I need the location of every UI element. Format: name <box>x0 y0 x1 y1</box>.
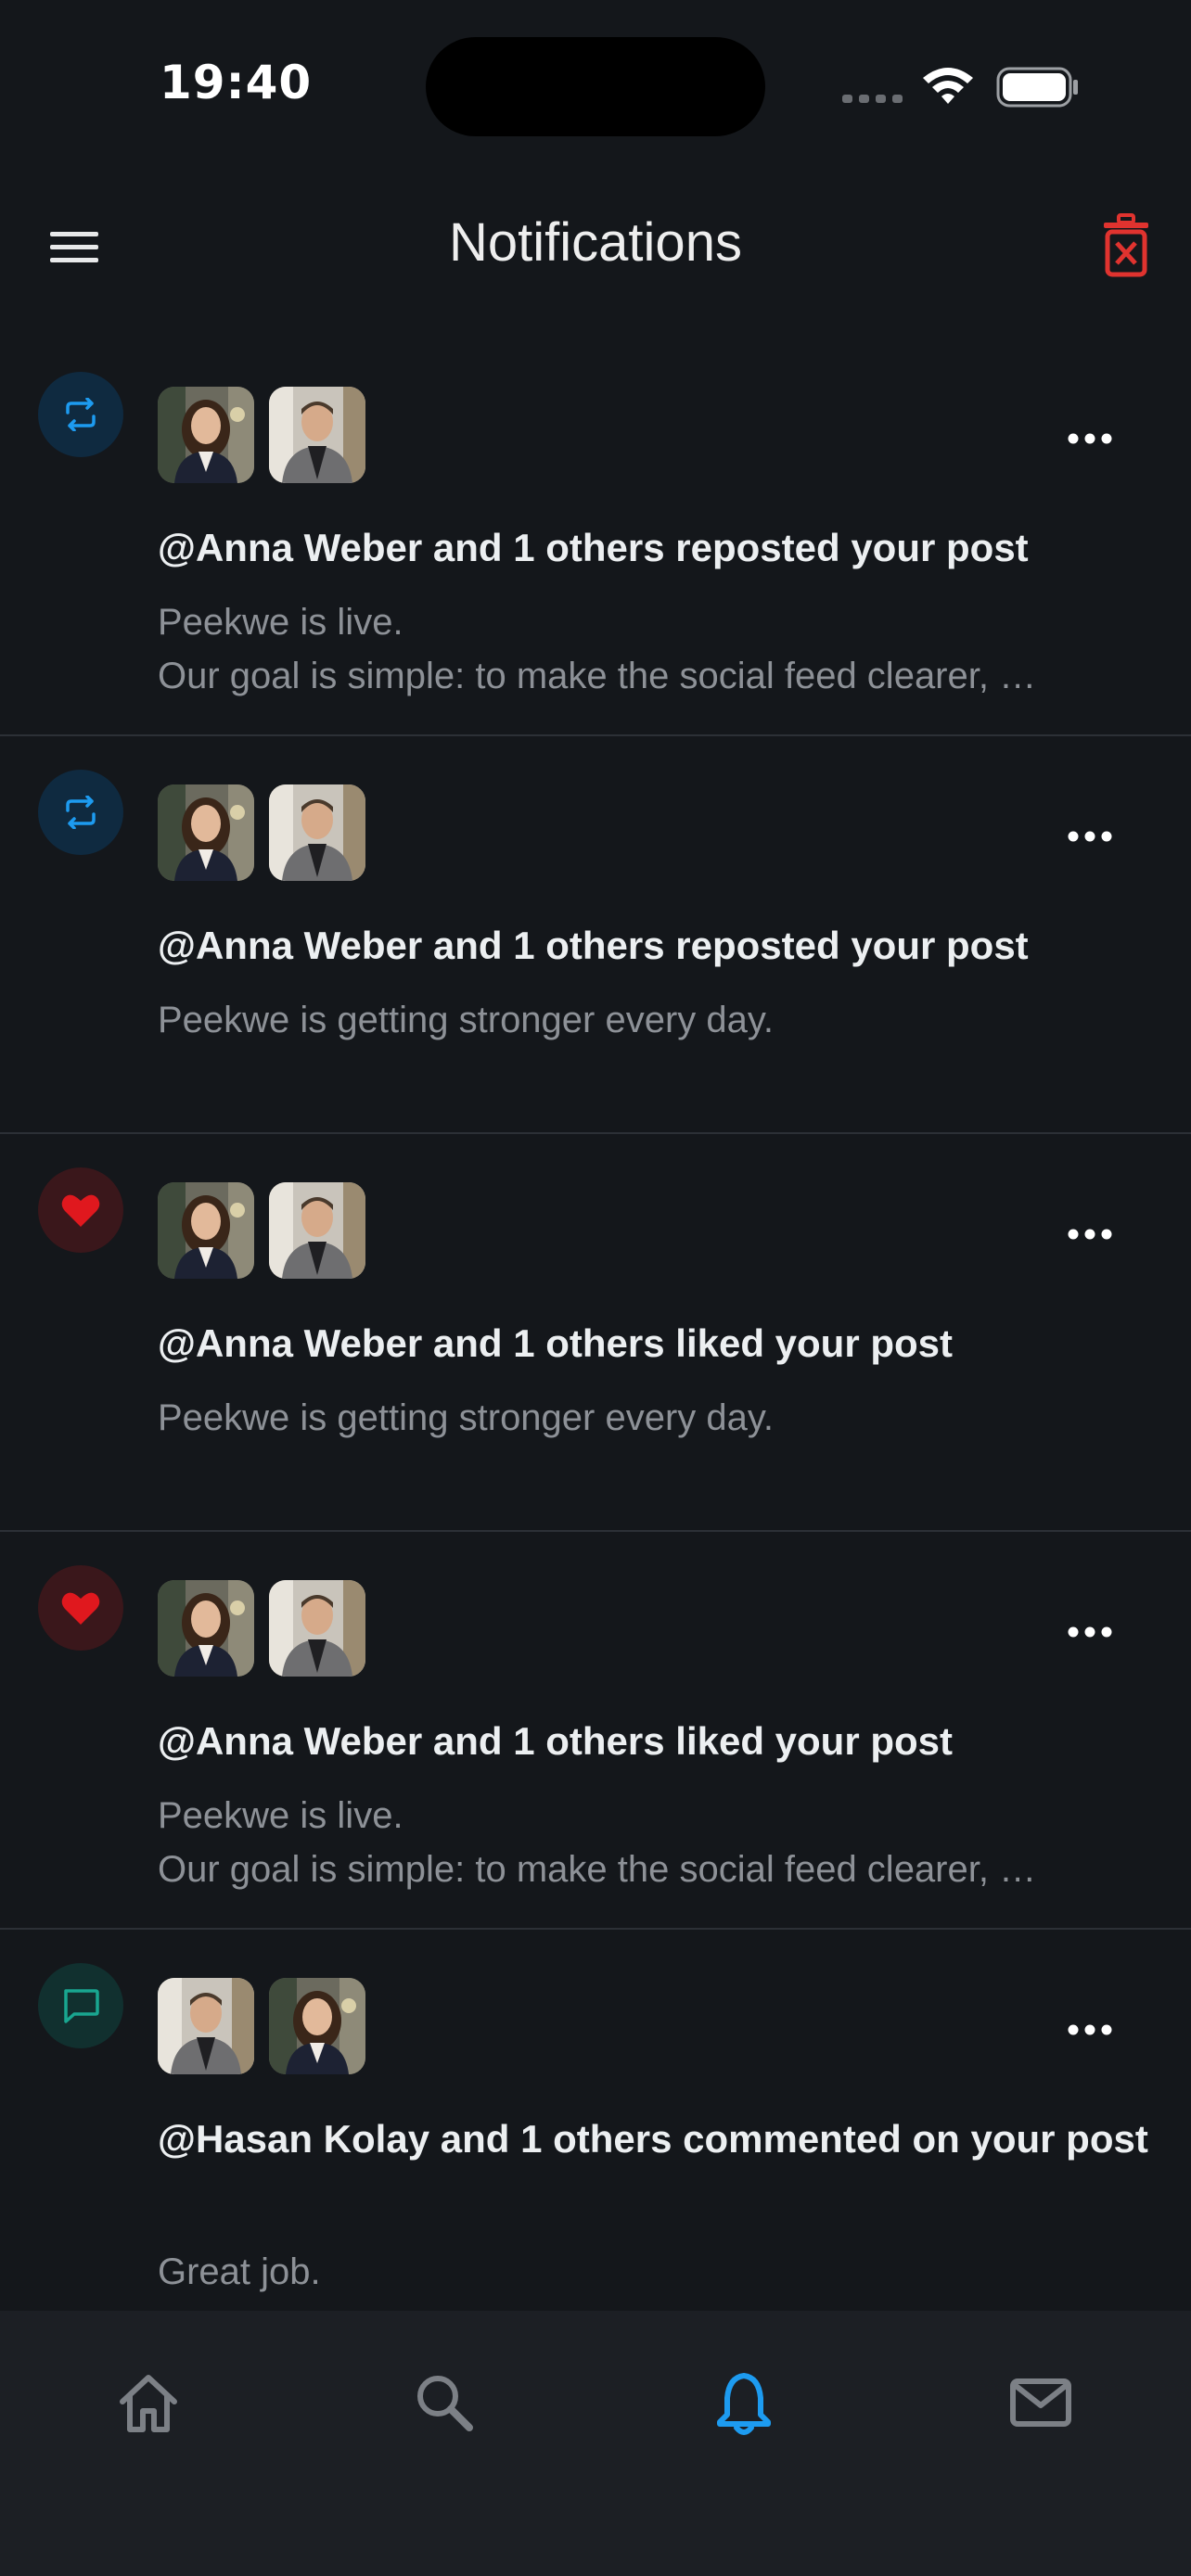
preview-line: Our goal is simple: to make the social f… <box>158 1849 1037 1890</box>
avatar-group <box>158 1580 365 1677</box>
mail-icon[interactable] <box>1004 2366 1078 2441</box>
more-options-icon[interactable] <box>1057 1613 1122 1651</box>
avatar-anna-weber[interactable] <box>269 1978 365 2074</box>
avatar-anna-weber[interactable] <box>158 1580 254 1677</box>
page-title: Notifications <box>449 212 742 273</box>
notification-item-repost[interactable]: @Anna Weber and 1 others reposted your p… <box>0 338 1191 736</box>
comment-icon <box>64 1989 99 2023</box>
preview-line: Our goal is simple: to make the social f… <box>158 656 1037 696</box>
repost-badge <box>38 770 123 855</box>
notifications-list: @Anna Weber and 1 others reposted your p… <box>0 338 1191 2311</box>
post-preview: Peekwe is live. Our goal is simple: to m… <box>158 595 1141 703</box>
repost-icon <box>66 398 96 431</box>
avatar-hasan-kolay[interactable] <box>269 784 365 881</box>
repost-badge <box>38 372 123 457</box>
preview-line: Peekwe is live. <box>158 602 403 643</box>
home-icon[interactable] <box>111 2366 186 2441</box>
avatar-group <box>158 387 365 483</box>
avatar-group <box>158 784 365 881</box>
heart-icon <box>61 1592 100 1625</box>
avatar-hasan-kolay[interactable] <box>158 1978 254 2074</box>
avatar-hasan-kolay[interactable] <box>269 1182 365 1279</box>
preview-line: Peekwe is getting stronger every day. <box>158 1000 775 1040</box>
search-icon[interactable] <box>408 2366 482 2441</box>
preview-line: Great job. <box>158 2251 321 2292</box>
notification-headline: @Anna Weber and 1 others reposted your p… <box>158 526 1029 569</box>
notification-item-repost[interactable]: @Anna Weber and 1 others reposted your p… <box>0 736 1191 1134</box>
repost-icon <box>66 796 96 829</box>
avatar-anna-weber[interactable] <box>158 387 254 483</box>
avatar-anna-weber[interactable] <box>158 1182 254 1279</box>
cellular-signal-icon <box>842 95 907 104</box>
dynamic-island <box>426 37 765 136</box>
app-header: Notifications <box>0 176 1191 315</box>
bottom-tab-bar <box>0 2311 1191 2576</box>
heart-icon <box>61 1194 100 1227</box>
bell-icon[interactable] <box>707 2366 781 2441</box>
avatar-hasan-kolay[interactable] <box>269 1580 365 1677</box>
avatar-anna-weber[interactable] <box>158 784 254 881</box>
trash-delete-icon[interactable] <box>1100 213 1152 278</box>
more-options-icon[interactable] <box>1057 1216 1122 1253</box>
notification-headline: @Anna Weber and 1 others liked your post <box>158 1719 954 1763</box>
preview-line: Peekwe is live. <box>158 1795 403 1836</box>
comment-badge <box>38 1963 123 2048</box>
post-preview: Peekwe is live. Our goal is simple: to m… <box>158 1789 1141 1896</box>
avatar-group <box>158 1978 365 2074</box>
more-options-icon[interactable] <box>1057 420 1122 457</box>
status-time: 19:40 <box>160 56 313 109</box>
post-preview: Great job. <box>158 2245 1141 2299</box>
post-preview: Peekwe is getting stronger every day. <box>158 1391 1141 1445</box>
more-options-icon[interactable] <box>1057 818 1122 855</box>
notification-headline: @Hasan Kolay and 1 others commented on y… <box>158 2117 1148 2161</box>
avatar-hasan-kolay[interactable] <box>269 387 365 483</box>
notification-item-like[interactable]: @Anna Weber and 1 others liked your post… <box>0 1532 1191 1930</box>
like-badge <box>38 1565 123 1651</box>
preview-line: Peekwe is getting stronger every day. <box>158 1397 775 1438</box>
notification-headline: @Anna Weber and 1 others liked your post <box>158 1321 954 1365</box>
notification-item-like[interactable]: @Anna Weber and 1 others liked your post… <box>0 1134 1191 1532</box>
avatar-group <box>158 1182 365 1279</box>
wifi-icon <box>923 68 973 104</box>
like-badge <box>38 1167 123 1253</box>
more-options-icon[interactable] <box>1057 2011 1122 2048</box>
status-bar: 19:40 <box>0 0 1191 176</box>
notification-item-comment[interactable]: @Hasan Kolay and 1 others commented on y… <box>0 1930 1191 2311</box>
post-preview: Peekwe is getting stronger every day. <box>158 993 1141 1047</box>
notification-headline: @Anna Weber and 1 others reposted your p… <box>158 924 1029 967</box>
battery-icon <box>996 67 1078 108</box>
